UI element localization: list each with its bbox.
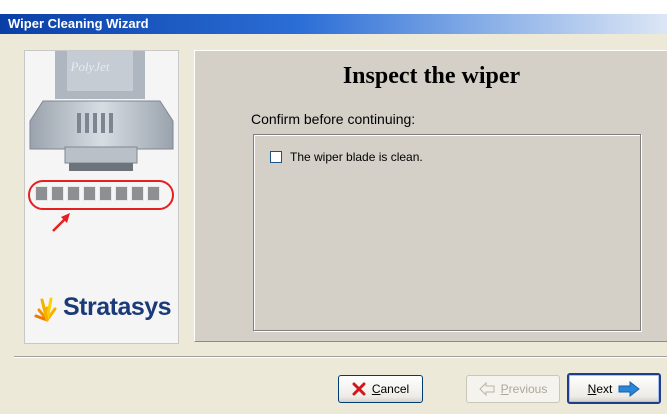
cancel-label: Cancel [371,382,410,396]
wiper-clean-checkbox[interactable] [270,151,282,163]
title-bar: Wiper Cleaning Wizard [0,0,667,34]
next-label: Next [587,381,613,396]
wiper-clean-label[interactable]: The wiper blade is clean. [290,150,423,164]
cancel-button[interactable]: Cancel [338,375,423,403]
stratasys-logo: Stratasys [33,293,172,322]
confirm-prompt: Confirm before continuing: [251,111,416,127]
next-button[interactable]: Next [567,373,661,404]
window-title: Wiper Cleaning Wizard [8,16,149,31]
button-separator [14,356,667,358]
arrow-right-icon [618,380,641,397]
wizard-window: PolyJet Stratasys Inspect the wiper Conf… [0,34,667,414]
content-panel: Inspect the wiper Confirm before continu… [194,50,667,342]
previous-button[interactable]: Previous [466,375,560,403]
red-x-icon [352,382,366,396]
red-pointer-arrow-icon [52,213,70,232]
starburst-icon [34,297,57,321]
highlight-circle [28,180,174,210]
previous-label: Previous [500,382,548,396]
print-head-illustration: PolyJet [29,51,174,171]
page-title: Inspect the wiper [342,63,521,89]
side-image-panel: PolyJet Stratasys [24,50,179,344]
wiper-clean-checkbox-row[interactable]: The wiper blade is clean. [270,150,423,164]
arrow-left-icon [478,382,495,396]
confirmation-group: The wiper blade is clean. [253,134,641,331]
head-brand-label: PolyJet [70,59,110,74]
logo-text: Stratasys [63,293,172,321]
